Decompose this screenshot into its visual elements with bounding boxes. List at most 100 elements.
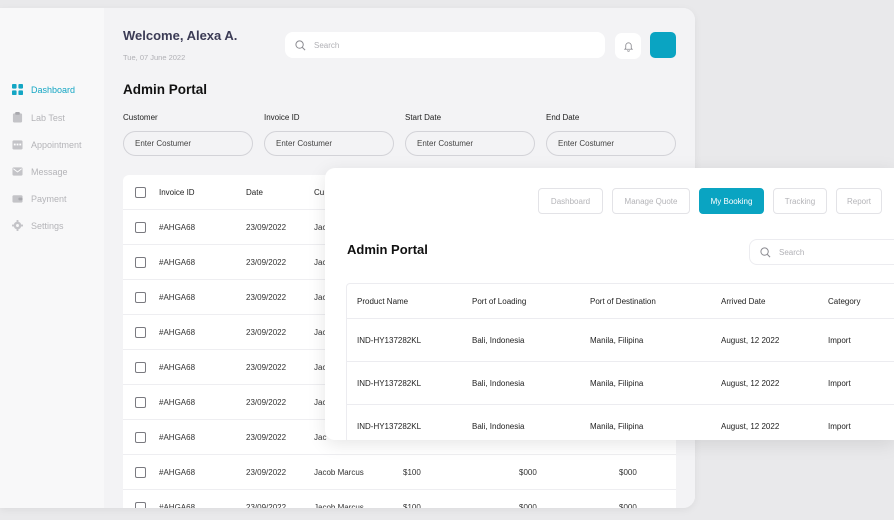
invoice-id-input[interactable]: Enter Costumer <box>264 131 394 156</box>
booking-search-input[interactable]: Search <box>779 248 804 257</box>
column-header-category[interactable]: Category <box>828 284 860 318</box>
sidebar-item-message[interactable]: Message <box>12 166 68 177</box>
calendar-icon <box>12 140 23 150</box>
port-of-destination-cell: Manila, Filipina <box>590 378 644 388</box>
product-name-cell: IND-HY137282KL <box>357 335 422 345</box>
value-cell: $000 <box>619 503 637 508</box>
filter-label-start-date: Start Date <box>405 113 442 122</box>
row-checkbox[interactable] <box>135 397 146 408</box>
invoice-id-cell: #AHGA68 <box>159 223 196 232</box>
row-checkbox[interactable] <box>135 502 146 508</box>
nav-dashboard[interactable]: Dashboard <box>538 188 603 214</box>
arrived-date-cell: August, 12 2022 <box>721 378 780 388</box>
start-date-input[interactable]: Enter Costumer <box>405 131 535 156</box>
arrived-date-cell: August, 12 2022 <box>721 421 780 431</box>
filter-label-end-date: End Date <box>546 113 580 122</box>
invoice-id-cell: #AHGA68 <box>159 363 196 372</box>
filter-label-customer: Customer <box>123 113 158 122</box>
date-cell: 23/09/2022 <box>246 398 287 407</box>
booking-title: Admin Portal <box>347 242 428 257</box>
port-of-loading-cell: Bali, Indonesia <box>472 421 525 431</box>
sidebar-item-label: Payment <box>31 193 67 204</box>
invoice-id-cell: #AHGA68 <box>159 293 196 302</box>
date-cell: 23/09/2022 <box>246 293 287 302</box>
port-of-loading-cell: Bali, Indonesia <box>472 335 525 345</box>
date-cell: 23/09/2022 <box>246 363 287 372</box>
category-cell: Import <box>828 335 851 345</box>
row-checkbox[interactable] <box>135 257 146 268</box>
customer-input[interactable]: Enter Costumer <box>123 131 253 156</box>
welcome-heading: Welcome, Alexa A. <box>123 28 238 43</box>
sidebar-item-appointment[interactable]: Appointment <box>12 139 82 150</box>
row-checkbox[interactable] <box>135 327 146 338</box>
table-row[interactable]: IND-HY137282KL Bali, Indonesia Manila, Fil… <box>347 405 894 440</box>
nav-report[interactable]: Report <box>836 188 882 214</box>
gear-icon <box>12 220 23 231</box>
date-cell: 23/09/2022 <box>246 258 287 267</box>
invoice-id-cell: #AHGA68 <box>159 503 196 508</box>
port-of-destination-cell: Manila, Filipina <box>590 335 644 345</box>
row-checkbox[interactable] <box>135 292 146 303</box>
column-header-product-name[interactable]: Product Name <box>357 284 408 318</box>
wallet-icon <box>12 195 23 203</box>
sidebar-item-label: Message <box>31 166 68 177</box>
sidebar-item-payment[interactable]: Payment <box>12 193 67 204</box>
product-name-cell: IND-HY137282KL <box>357 378 422 388</box>
port-of-destination-cell: Manila, Filipina <box>590 421 644 431</box>
sidebar-item-dashboard[interactable]: Dashboard <box>12 84 75 95</box>
booking-table: Product Name Port of Loading Port of Des… <box>346 283 894 440</box>
clipboard-icon <box>12 112 23 123</box>
nav-my-booking[interactable]: My Booking <box>699 188 764 214</box>
date-cell: 23/09/2022 <box>246 223 287 232</box>
search-bar[interactable]: Search <box>285 32 605 58</box>
search-icon <box>760 246 771 257</box>
amount-cell: $100 <box>403 468 421 477</box>
row-checkbox[interactable] <box>135 467 146 478</box>
customer-cell: Jacob Marcus <box>314 503 364 508</box>
value-cell: $000 <box>519 503 537 508</box>
invoice-id-cell: #AHGA68 <box>159 468 196 477</box>
date-cell: 23/09/2022 <box>246 503 287 508</box>
search-icon <box>295 39 306 50</box>
column-header-port-of-loading[interactable]: Port of Loading <box>472 284 526 318</box>
invoice-id-cell: #AHGA68 <box>159 433 196 442</box>
my-booking-window: Dashboard Manage Quote My Booking Tracki… <box>325 168 894 440</box>
table-row[interactable]: #AHGA68 23/09/2022 Jacob Marcus $100 $000 $00… <box>123 490 676 508</box>
invoice-id-cell: #AHGA68 <box>159 258 196 267</box>
sidebar-item-label: Settings <box>31 220 64 231</box>
booking-table-header-row: Product Name Port of Loading Port of Des… <box>347 284 894 319</box>
date-cell: 23/09/2022 <box>246 433 287 442</box>
nav-manage-quote[interactable]: Manage Quote <box>612 188 690 214</box>
booking-search-bar[interactable]: Search <box>749 239 894 265</box>
search-input[interactable]: Search <box>314 41 339 50</box>
column-header-date[interactable]: Date <box>246 175 263 210</box>
table-row[interactable]: IND-HY137282KL Bali, Indonesia Manila, Fil… <box>347 319 894 362</box>
column-header-arrived-date[interactable]: Arrived Date <box>721 284 765 318</box>
column-header-customer[interactable]: Cu <box>314 175 324 210</box>
grid-icon <box>12 84 23 95</box>
select-all-checkbox[interactable] <box>135 187 146 198</box>
row-checkbox[interactable] <box>135 432 146 443</box>
value-cell: $000 <box>619 468 637 477</box>
end-date-input[interactable]: Enter Costumer <box>546 131 676 156</box>
column-header-invoice-id[interactable]: Invoice ID <box>159 175 195 210</box>
sidebar-item-settings[interactable]: Settings <box>12 220 64 231</box>
sidebar: Dashboard Lab Test Appointment Message P… <box>0 8 104 508</box>
category-cell: Import <box>828 421 851 431</box>
invoice-id-cell: #AHGA68 <box>159 328 196 337</box>
table-row[interactable]: #AHGA68 23/09/2022 Jacob Marcus $100 $000 $00… <box>123 455 676 490</box>
sidebar-item-lab-test[interactable]: Lab Test <box>12 112 65 123</box>
notification-button[interactable] <box>615 33 641 59</box>
row-checkbox[interactable] <box>135 362 146 373</box>
date-cell: 23/09/2022 <box>246 328 287 337</box>
column-header-port-of-destination[interactable]: Port of Destination <box>590 284 656 318</box>
invoice-id-cell: #AHGA68 <box>159 398 196 407</box>
row-checkbox[interactable] <box>135 222 146 233</box>
customer-cell: Jacob Marcus <box>314 468 364 477</box>
profile-button[interactable] <box>650 32 676 58</box>
sidebar-item-label: Dashboard <box>31 84 76 95</box>
page-title: Admin Portal <box>123 82 208 97</box>
message-icon <box>12 167 23 176</box>
nav-tracking[interactable]: Tracking <box>773 188 827 214</box>
table-row[interactable]: IND-HY137282KL Bali, Indonesia Manila, Fil… <box>347 362 894 405</box>
